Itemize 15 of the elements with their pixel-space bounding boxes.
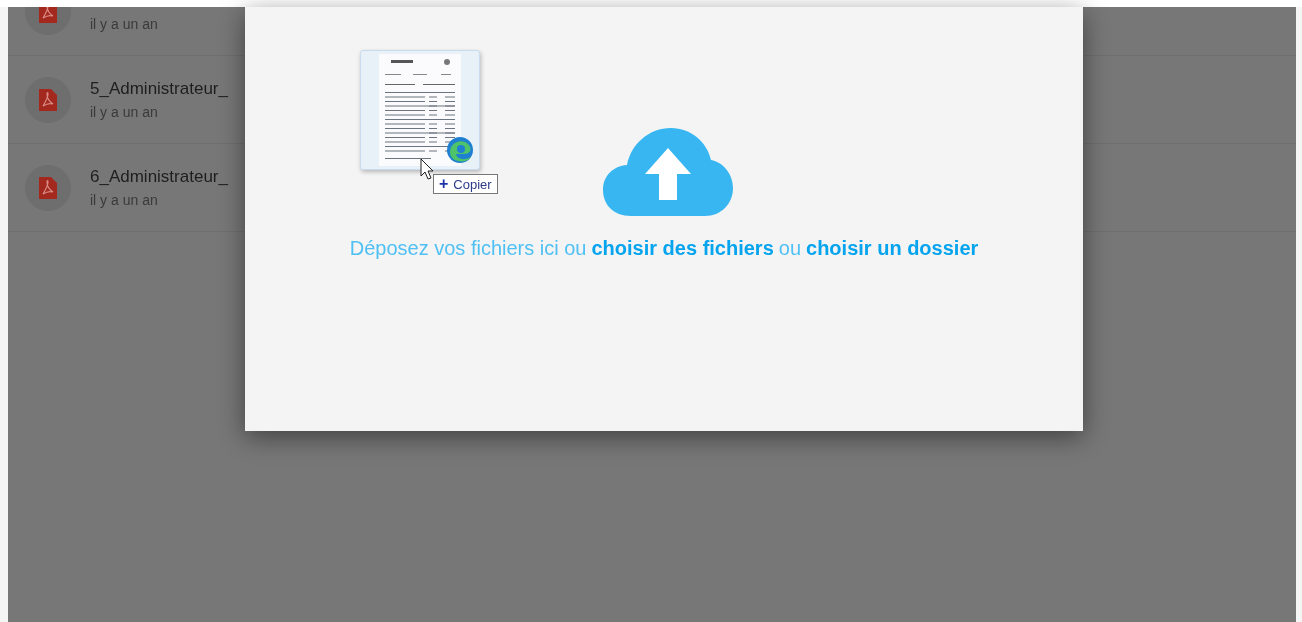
- file-date: il y a un an: [90, 16, 158, 32]
- cloud-upload-icon[interactable]: [603, 128, 733, 216]
- file-name: 6_Administrateur_: [90, 167, 228, 187]
- choose-link[interactable]: choisir un dossier: [806, 237, 979, 260]
- drop-hint: Déposez vos fichiers ici ou: [349, 237, 587, 260]
- file-date: il y a un an: [90, 104, 159, 120]
- plus-icon: +: [439, 176, 449, 192]
- pdf-file-icon: [39, 7, 57, 23]
- drop-hint: ou: [778, 237, 802, 260]
- tooltip-label: Copier: [453, 176, 492, 192]
- file-name: 5_Administrateur_: [90, 79, 228, 99]
- choose-link[interactable]: choisir des fichiers: [591, 237, 774, 260]
- file-date: il y a un an: [90, 192, 159, 208]
- pdf-file-icon: [39, 88, 57, 111]
- pdf-file-icon: [39, 176, 57, 199]
